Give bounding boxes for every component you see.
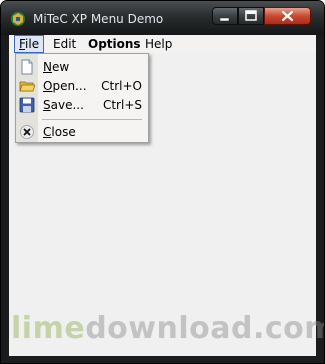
menu-options[interactable]: Options bbox=[84, 35, 145, 53]
menu-edit-accel: E bbox=[53, 37, 61, 51]
watermark-part-domain: download.com bbox=[85, 311, 325, 346]
title-bar[interactable]: MiTeC XP Menu Demo bbox=[1, 1, 324, 35]
menu-item-save-accel: S bbox=[43, 98, 51, 112]
watermark-logo: limedownload.com bbox=[11, 311, 325, 346]
close-icon bbox=[20, 125, 34, 139]
menu-bar: File Edit Options Help bbox=[9, 35, 316, 53]
menu-item-open[interactable]: Open... Ctrl+O bbox=[16, 77, 148, 95]
close-x-icon bbox=[281, 10, 294, 22]
client-area: File Edit Options Help New Open... Ctrl+… bbox=[9, 35, 316, 356]
file-dropdown-menu: New Open... Ctrl+O Save... Ctrl+S Close bbox=[15, 53, 149, 143]
menu-edit[interactable]: Edit bbox=[49, 35, 80, 53]
menu-item-open-shortcut: Ctrl+O bbox=[101, 79, 142, 93]
menu-file-label: ile bbox=[25, 37, 40, 51]
minimize-icon bbox=[219, 17, 230, 22]
maximize-button[interactable] bbox=[238, 7, 264, 25]
menu-item-new-text: ew bbox=[51, 60, 70, 74]
new-document-icon bbox=[21, 59, 33, 75]
menu-edit-label: dit bbox=[60, 37, 77, 51]
menu-file[interactable]: File bbox=[14, 35, 45, 53]
maximize-icon bbox=[245, 10, 257, 21]
close-window-button[interactable] bbox=[264, 7, 311, 25]
open-folder-icon bbox=[19, 81, 35, 92]
watermark-part-lime: lime bbox=[11, 311, 86, 346]
menu-help-accel: H bbox=[145, 37, 155, 51]
menu-item-save-text: ave... bbox=[50, 98, 84, 112]
minimize-button[interactable] bbox=[212, 7, 238, 25]
menu-item-save-shortcut: Ctrl+S bbox=[102, 98, 142, 112]
save-disk-icon bbox=[19, 97, 35, 113]
app-window: MiTeC XP Menu Demo File Edit Options Hel… bbox=[0, 0, 325, 364]
menu-item-open-label: Open... bbox=[43, 79, 87, 93]
menu-separator bbox=[42, 119, 142, 120]
menu-item-new-accel: N bbox=[43, 60, 52, 74]
menu-item-open-text: pen... bbox=[52, 79, 87, 93]
menu-options-accel: O bbox=[88, 37, 99, 51]
menu-help-label: elp bbox=[154, 37, 173, 51]
menu-help[interactable]: Help bbox=[141, 35, 176, 53]
menu-item-save-label: Save... bbox=[43, 98, 84, 112]
app-icon[interactable] bbox=[10, 11, 26, 27]
menu-item-save[interactable]: Save... Ctrl+S bbox=[16, 96, 148, 114]
menu-item-close-label: Close bbox=[43, 125, 76, 139]
menu-item-new-label: New bbox=[43, 60, 69, 74]
menu-options-label: ptions bbox=[98, 37, 141, 51]
menu-item-close[interactable]: Close bbox=[16, 123, 148, 141]
menu-item-new[interactable]: New bbox=[16, 58, 148, 76]
window-title: MiTeC XP Menu Demo bbox=[33, 12, 164, 26]
menu-item-close-text: lose bbox=[51, 125, 76, 139]
